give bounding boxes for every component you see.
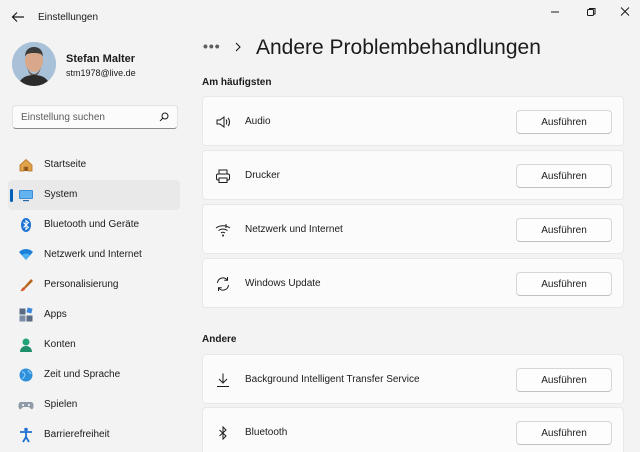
- troubleshooter-card-drucker: Drucker Ausführen: [202, 150, 624, 200]
- restore-icon[interactable]: [584, 6, 598, 18]
- troubleshooter-label: Netzwerk und Internet: [245, 224, 343, 235]
- search-placeholder: Einstellung suchen: [21, 112, 105, 123]
- system-icon: [18, 187, 34, 203]
- search-input[interactable]: Einstellung suchen: [12, 105, 178, 129]
- selection-indicator: [10, 189, 13, 202]
- search-icon[interactable]: [159, 112, 169, 122]
- sidebar-item-label: Personalisierung: [44, 279, 119, 290]
- run-button-bluetooth[interactable]: Ausführen: [516, 421, 612, 445]
- close-icon[interactable]: [618, 6, 632, 18]
- troubleshooter-label: Audio: [245, 116, 271, 127]
- sidebar-item-label: Konten: [44, 339, 76, 350]
- download-icon: [215, 372, 231, 388]
- troubleshooter-label: Drucker: [245, 170, 281, 181]
- wifi-icon: [215, 222, 231, 238]
- sidebar-item-label: Zeit und Sprache: [44, 369, 121, 380]
- sidebar-item-bluetooth[interactable]: Bluetooth und Geräte: [8, 210, 180, 240]
- sidebar-item-label: Startseite: [44, 159, 87, 170]
- home-icon: [18, 157, 34, 173]
- speaker-icon: [215, 114, 231, 130]
- network-icon: [18, 247, 34, 263]
- minimize-icon[interactable]: [548, 6, 562, 18]
- troubleshooter-card-bits: Background Intelligent Transfer Service …: [202, 354, 624, 404]
- title-bar: Einstellungen: [0, 0, 640, 34]
- accessibility-icon: [18, 427, 34, 443]
- refresh-icon: [215, 276, 231, 292]
- sidebar-item-label: System: [44, 189, 78, 200]
- bluetooth-icon: [18, 217, 34, 233]
- sidebar-item-label: Bluetooth und Geräte: [44, 219, 140, 230]
- globe-icon: [18, 367, 34, 383]
- sidebar-item-label: Netzwerk und Internet: [44, 249, 142, 260]
- back-arrow-icon[interactable]: [10, 10, 26, 24]
- user-name: Stefan Malter: [66, 53, 136, 65]
- troubleshooter-card-audio: Audio Ausführen: [202, 96, 624, 146]
- troubleshooter-label: Background Intelligent Transfer Service: [245, 374, 420, 385]
- page-title: Andere Problembehandlungen: [256, 36, 541, 59]
- troubleshooter-label: Bluetooth: [245, 427, 288, 438]
- troubleshooter-card-windows-update: Windows Update Ausführen: [202, 258, 624, 308]
- breadcrumb-more-button[interactable]: •••: [203, 38, 221, 54]
- accounts-icon: [18, 337, 34, 353]
- run-button-drucker[interactable]: Ausführen: [516, 164, 612, 188]
- run-button-bits[interactable]: Ausführen: [516, 368, 612, 392]
- run-button-windows-update[interactable]: Ausführen: [516, 272, 612, 296]
- sidebar-item-personalisierung[interactable]: Personalisierung: [8, 270, 180, 300]
- gamepad-icon: [18, 397, 34, 413]
- brush-icon: [18, 277, 34, 293]
- sidebar-item-label: Spielen: [44, 399, 78, 410]
- sidebar-item-zeit-und-sprache[interactable]: Zeit und Sprache: [8, 360, 180, 390]
- sidebar-item-netzwerk[interactable]: Netzwerk und Internet: [8, 240, 180, 270]
- sidebar-item-barrierefreiheit[interactable]: Barrierefreiheit: [8, 420, 180, 450]
- sidebar-item-startseite[interactable]: Startseite: [8, 150, 180, 180]
- sidebar-item-apps[interactable]: Apps: [8, 300, 180, 330]
- user-email: stm1978@live.de: [66, 68, 136, 78]
- sidebar-nav: Startseite System Bluetooth und Geräte N…: [8, 150, 180, 450]
- sidebar-item-system[interactable]: System: [8, 180, 180, 210]
- troubleshooter-card-bluetooth: Bluetooth Ausführen: [202, 407, 624, 452]
- troubleshooter-card-netzwerk: Netzwerk und Internet Ausführen: [202, 204, 624, 254]
- app-title: Einstellungen: [38, 12, 99, 23]
- run-button-audio[interactable]: Ausführen: [516, 110, 612, 134]
- section-title: Am häufigsten: [202, 77, 272, 88]
- sidebar-item-label: Apps: [44, 309, 67, 320]
- sidebar-item-konten[interactable]: Konten: [8, 330, 180, 360]
- bluetooth-icon: [215, 425, 231, 441]
- troubleshooter-label: Windows Update: [245, 278, 321, 289]
- chevron-right-icon: [234, 41, 242, 53]
- sidebar-item-label: Barrierefreiheit: [44, 429, 110, 440]
- avatar[interactable]: [12, 42, 56, 86]
- section-title: Andere: [202, 334, 237, 345]
- apps-icon: [18, 307, 34, 323]
- printer-icon: [215, 168, 231, 184]
- run-button-netzwerk[interactable]: Ausführen: [516, 218, 612, 242]
- sidebar-item-spielen[interactable]: Spielen: [8, 390, 180, 420]
